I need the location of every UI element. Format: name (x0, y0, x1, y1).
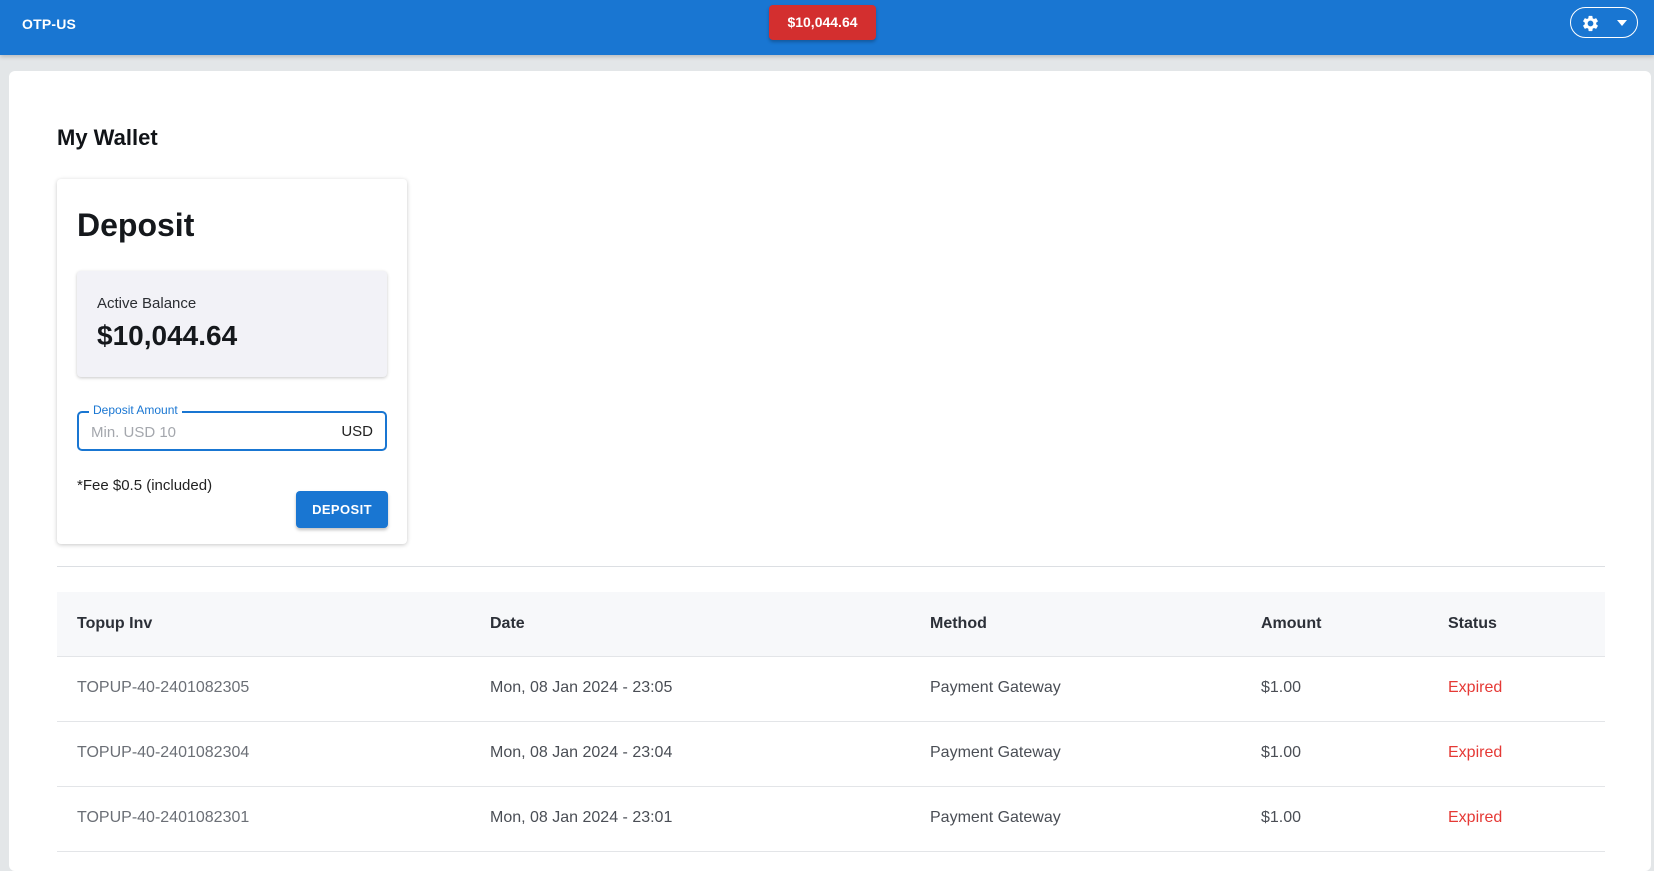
caret-down-icon (1617, 20, 1627, 26)
deposit-amount-field[interactable]: Deposit Amount USD (77, 403, 387, 451)
main-content: My Wallet Deposit Active Balance $10,044… (9, 71, 1651, 871)
table-row[interactable]: TOPUP-40-2401082304 Mon, 08 Jan 2024 - 2… (57, 722, 1605, 787)
cell-method: Payment Gateway (930, 744, 1061, 761)
cell-amount: $1.00 (1261, 809, 1302, 826)
cell-method: Payment Gateway (930, 679, 1061, 696)
cell-status: Expired (1448, 809, 1503, 826)
table-row[interactable]: TOPUP-40-2401082305 Mon, 08 Jan 2024 - 2… (57, 657, 1605, 722)
section-divider (57, 566, 1605, 567)
gear-icon (1583, 15, 1598, 32)
cell-amount: $1.00 (1261, 679, 1302, 696)
table-header: Topup Inv Date Method Amount Status (57, 592, 1605, 657)
column-header-date[interactable]: Date (490, 615, 525, 633)
cell-invoice: TOPUP-40-2401082301 (77, 809, 250, 826)
currency-unit: USD (341, 423, 373, 440)
cell-method: Payment Gateway (930, 809, 1061, 826)
deposit-button[interactable]: DEPOSIT (296, 491, 388, 528)
deposit-amount-label: Deposit Amount (89, 403, 182, 417)
active-balance-label: Active Balance (97, 295, 197, 312)
column-header-method[interactable]: Method (930, 615, 987, 633)
cell-invoice: TOPUP-40-2401082305 (77, 679, 250, 696)
deposit-title: Deposit (77, 207, 195, 243)
deposit-amount-input[interactable] (91, 421, 311, 443)
deposit-card: Deposit Active Balance $10,044.64 Deposi… (57, 179, 407, 544)
cell-invoice: TOPUP-40-2401082304 (77, 744, 250, 761)
top-app-bar: OTP-US $10,044.64 (0, 0, 1654, 55)
cell-date: Mon, 08 Jan 2024 - 23:05 (490, 679, 673, 696)
cell-amount: $1.00 (1261, 744, 1302, 761)
cell-status: Expired (1448, 744, 1503, 761)
settings-menu-button[interactable] (1570, 7, 1638, 38)
cell-status: Expired (1448, 679, 1503, 696)
active-balance-panel: Active Balance $10,044.64 (77, 271, 387, 377)
column-header-status[interactable]: Status (1448, 615, 1497, 633)
column-header-topup-inv[interactable]: Topup Inv (77, 615, 152, 633)
brand-name[interactable]: OTP-US (22, 16, 76, 32)
topup-history-table: Topup Inv Date Method Amount Status TOPU… (57, 592, 1605, 852)
table-row[interactable]: TOPUP-40-2401082301 Mon, 08 Jan 2024 - 2… (57, 787, 1605, 852)
balance-badge[interactable]: $10,044.64 (769, 5, 876, 40)
cell-date: Mon, 08 Jan 2024 - 23:04 (490, 744, 673, 761)
cell-date: Mon, 08 Jan 2024 - 23:01 (490, 809, 673, 826)
active-balance-value: $10,044.64 (97, 320, 238, 351)
fee-note: *Fee $0.5 (included) (77, 477, 213, 494)
page-title: My Wallet (57, 125, 158, 150)
column-header-amount[interactable]: Amount (1261, 615, 1321, 633)
